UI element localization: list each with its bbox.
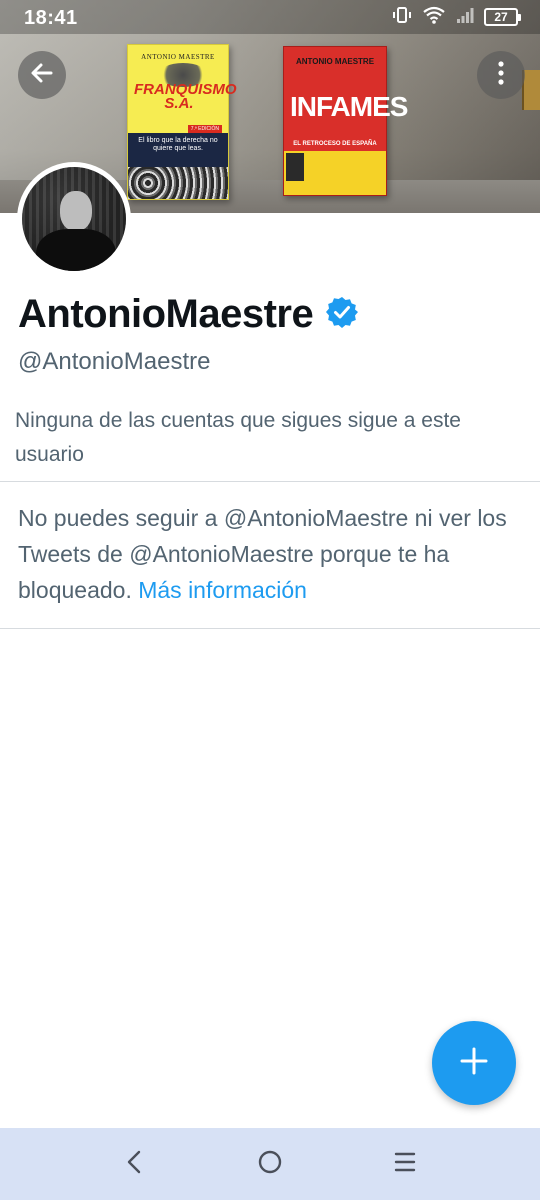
book-1-title-line2: S.A. [164,95,194,112]
book-1-tagline: El libro que la derecha no quiere que le… [128,133,228,167]
back-button[interactable] [18,51,66,99]
book-2-subtitle: EL RETROCESO DE ESPAÑA [293,141,377,147]
book-1-title: FRANQUISMO S.A. [134,82,237,112]
status-icons: 27 [392,5,521,30]
book-1-author: ANTONIO MAESTRE [141,53,215,61]
avatar-image [22,167,126,271]
status-time: 18:41 [24,7,78,29]
nav-home-icon [257,1149,283,1180]
book-2-author-photo [286,153,304,181]
nav-back-icon [126,1149,142,1180]
battery-icon: 27 [484,8,521,26]
more-vertical-icon [497,60,505,91]
display-name: AntonioMaestre [18,292,314,336]
followers-you-know-note: Ninguna de las cuentas que sigues sigue … [15,409,461,466]
avatar-body [36,229,116,271]
system-navigation-bar [0,1128,540,1200]
signal-icon [456,6,474,29]
nav-recents-button[interactable] [385,1146,425,1182]
more-options-button[interactable] [477,51,525,99]
more-info-link[interactable]: Más información [138,577,307,603]
banner-book-infames: ANTONIO MAESTRE INFAMES EL RETROCESO DE … [283,46,408,196]
book-2-title: INFAMES [290,91,408,122]
banner-book-franquismo: ANTONIO MAESTRE FRANQUISMO S.A. 7.ª EDIC… [127,44,237,200]
divider [0,628,540,629]
display-name-row: AntonioMaestre [18,292,359,337]
nav-back-button[interactable] [114,1146,154,1182]
avatar-face [60,191,92,231]
blocked-message: No puedes seguir a @AntonioMaestre ni ve… [18,500,530,608]
book-1-edition: 7.ª EDICIÓN [187,125,222,133]
nav-recents-icon [393,1151,417,1178]
vibrate-icon [392,5,412,30]
plus-icon [458,1045,490,1082]
book-1-skulls-art [128,167,228,199]
wifi-icon [422,5,446,30]
status-bar: 18:41 27 [0,0,540,34]
verified-badge-icon [325,295,359,334]
compose-tweet-button[interactable] [432,1021,516,1105]
avatar[interactable] [17,162,131,276]
divider [0,481,540,482]
nav-home-button[interactable] [250,1146,290,1182]
profile-handle: @AntonioMaestre [18,348,211,375]
arrow-left-icon [29,60,55,91]
book-2-author: ANTONIO MAESTRE [295,57,375,66]
